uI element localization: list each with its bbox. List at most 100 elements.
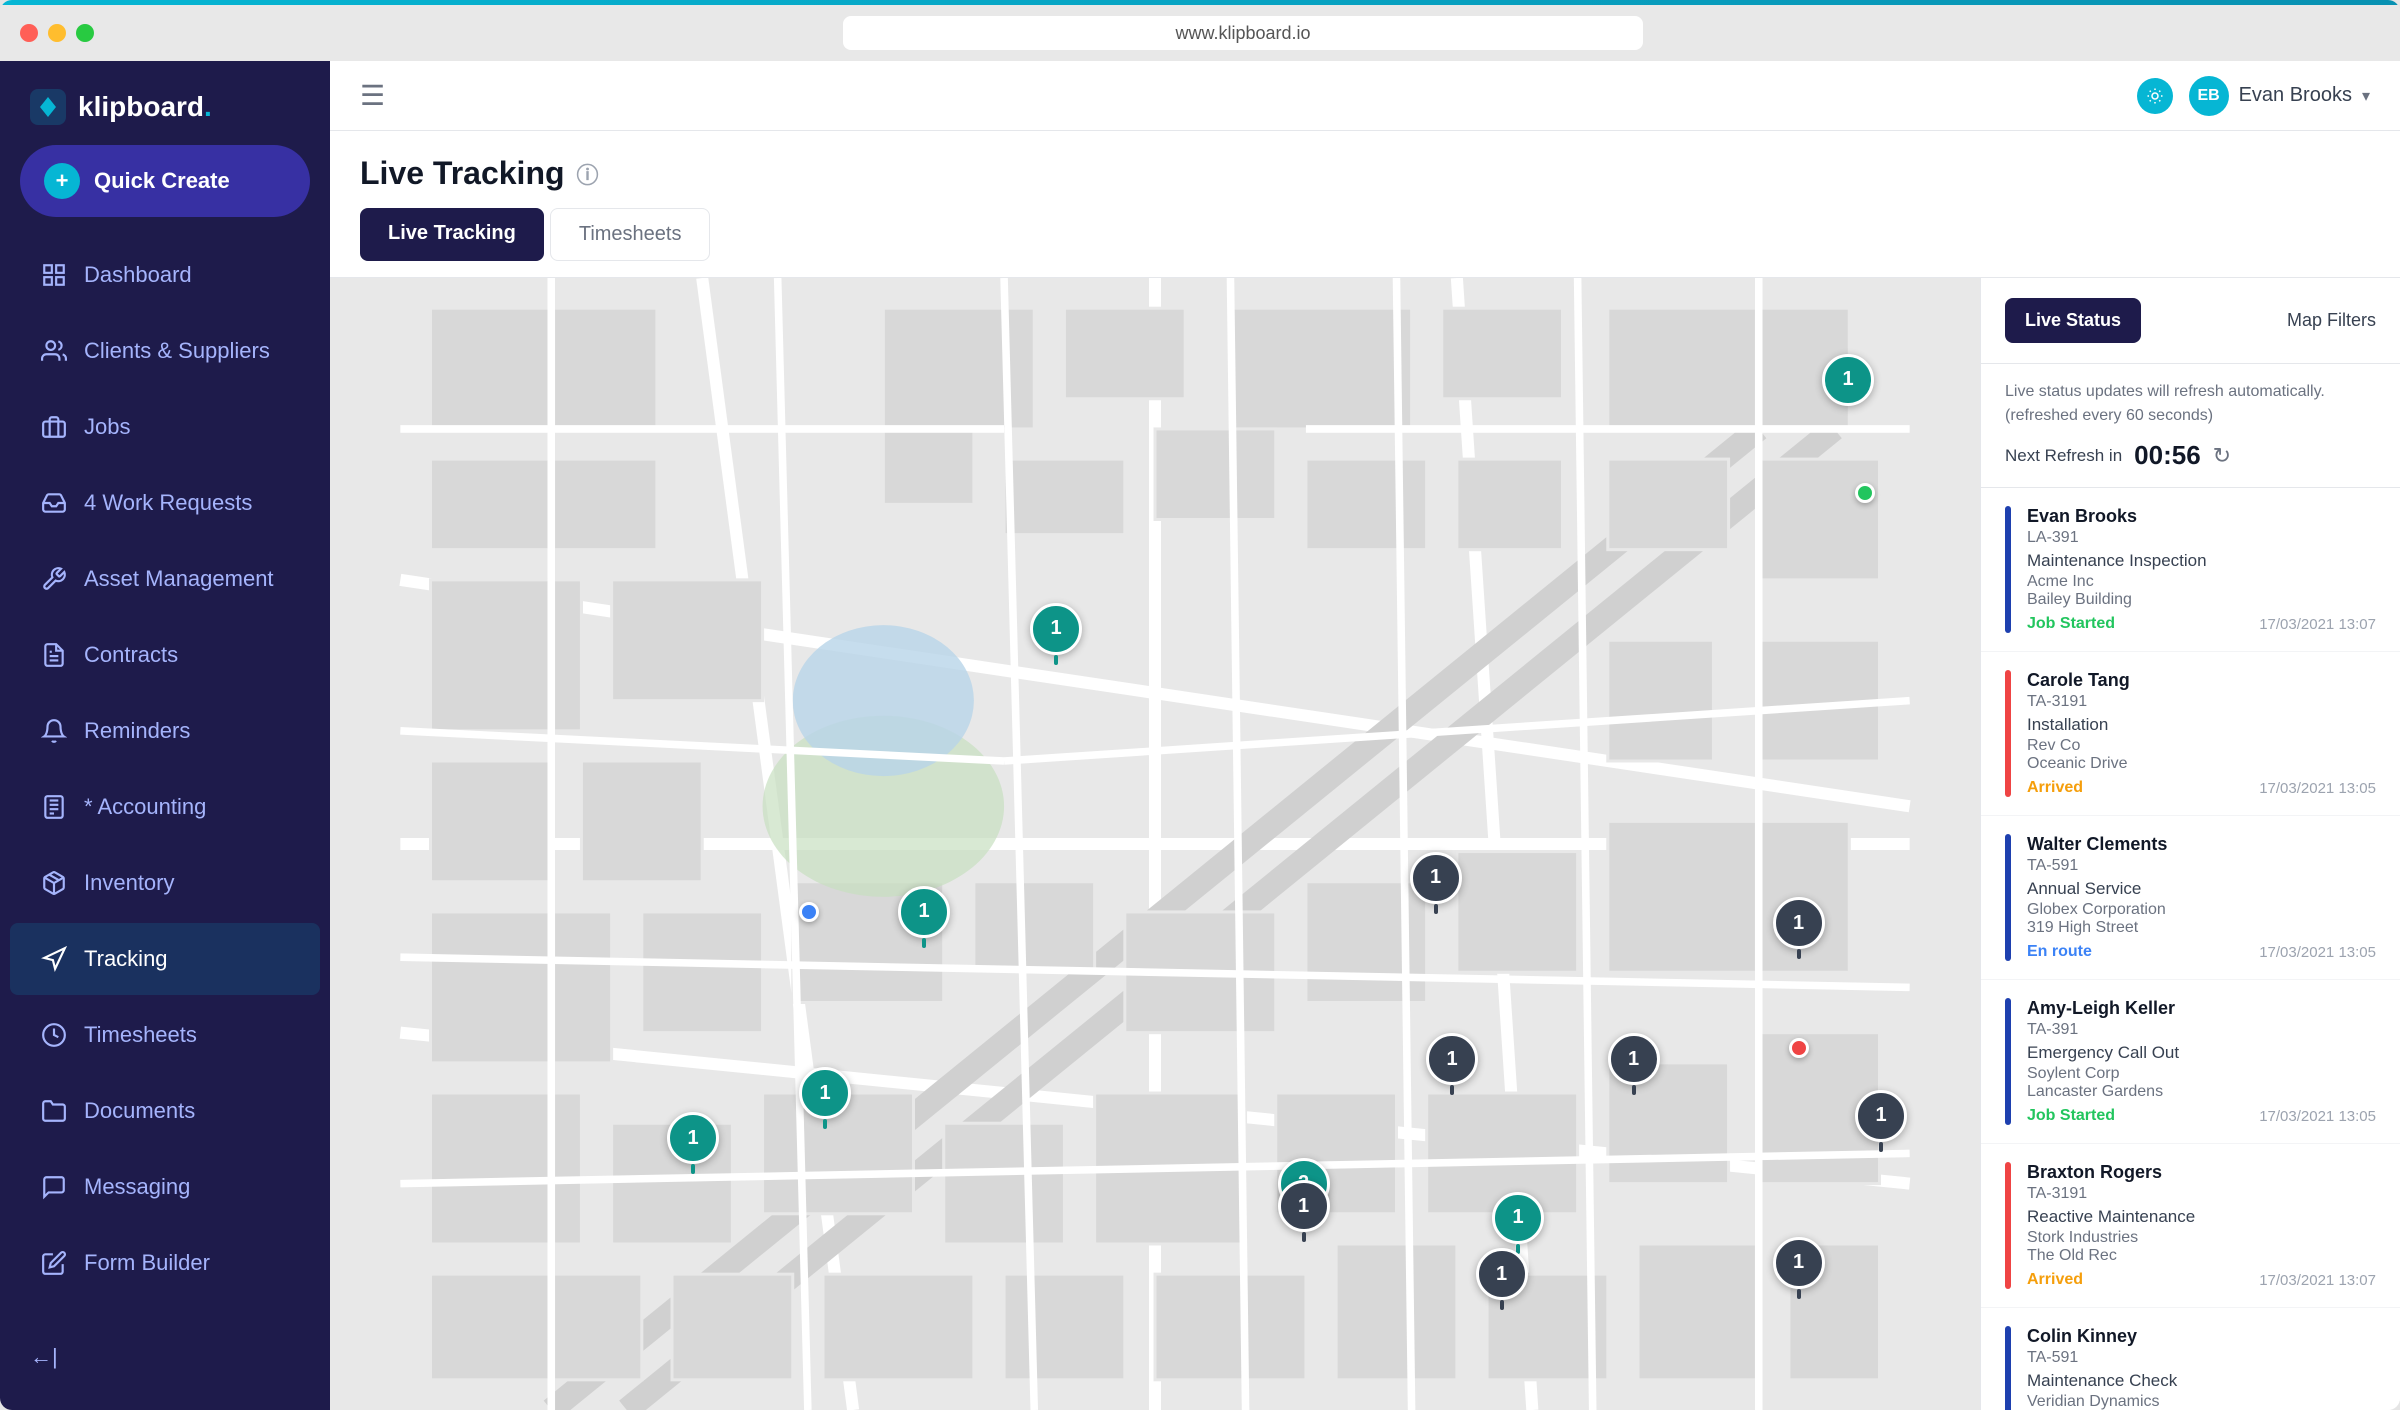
map-marker-dark-2[interactable]: 1 — [1426, 1033, 1478, 1085]
map-marker-green-dot — [1855, 483, 1875, 503]
tab-live-tracking[interactable]: Live Tracking — [360, 208, 544, 261]
sidebar-item-form-builder[interactable]: Form Builder — [10, 1227, 320, 1299]
wrench-icon — [40, 565, 68, 593]
notification-indicator[interactable] — [2137, 78, 2173, 114]
item-status: Job Started — [2027, 1107, 2115, 1125]
info-icon[interactable]: ⓘ — [577, 158, 599, 190]
sidebar-item-label: Asset Management — [84, 566, 274, 592]
item-datetime: 17/03/2021 13:05 — [2259, 1108, 2376, 1125]
tracking-item-1[interactable]: Carole Tang TA-3191 Installation Rev Co … — [1981, 652, 2400, 816]
tracking-item-3[interactable]: Amy-Leigh Keller TA-391 Emergency Call O… — [1981, 980, 2400, 1144]
title-bar: www.klipboard.io — [0, 5, 2400, 61]
sidebar-item-label: Clients & Suppliers — [84, 338, 270, 364]
sidebar-item-messaging[interactable]: Messaging — [10, 1151, 320, 1223]
sidebar-item-accounting[interactable]: * Accounting — [10, 771, 320, 843]
sidebar-item-inventory[interactable]: Inventory — [10, 847, 320, 919]
item-details: Braxton Rogers TA-3191 Reactive Maintena… — [2027, 1162, 2376, 1289]
map-marker-dark-7[interactable]: 1 — [1855, 1090, 1907, 1142]
page-title-text: Live Tracking — [360, 155, 565, 192]
sidebar-item-dashboard[interactable]: Dashboard — [10, 239, 320, 311]
item-id: TA-591 — [2027, 1349, 2376, 1367]
sidebar-item-label: Reminders — [84, 718, 190, 744]
sidebar-item-label: Dashboard — [84, 262, 192, 288]
map-marker-dark-8[interactable]: 1 — [1476, 1248, 1528, 1300]
tracking-item-2[interactable]: Walter Clements TA-591 Annual Service Gl… — [1981, 816, 2400, 980]
item-company: Stork Industries — [2027, 1229, 2376, 1247]
sidebar-item-reminders[interactable]: Reminders — [10, 695, 320, 767]
map-marker-dark-1[interactable]: 1 — [1410, 852, 1462, 904]
sidebar-item-label: Form Builder — [84, 1250, 210, 1276]
map-marker-dark-5[interactable]: 1 — [1773, 897, 1825, 949]
item-details: Evan Brooks LA-391 Maintenance Inspectio… — [2027, 506, 2376, 633]
briefcase-icon — [40, 413, 68, 441]
minimize-button[interactable] — [48, 24, 66, 42]
sidebar-item-documents[interactable]: Documents — [10, 1075, 320, 1147]
item-location: Oceanic Drive — [2027, 755, 2376, 773]
item-location: 319 High Street — [2027, 919, 2376, 937]
sidebar-item-timesheets[interactable]: Timesheets — [10, 999, 320, 1071]
map-marker-teal-3[interactable]: 1 — [799, 1067, 851, 1119]
map-area[interactable]: 1 1 1 1 2 1 — [330, 278, 1980, 1410]
live-status-button[interactable]: Live Status — [2005, 298, 2141, 343]
tab-timesheets[interactable]: Timesheets — [550, 208, 711, 261]
bell-icon — [40, 717, 68, 745]
item-status: Arrived — [2027, 779, 2083, 797]
right-panel-header: Live Status Map Filters — [1981, 278, 2400, 364]
hamburger-icon[interactable]: ☰ — [360, 79, 385, 112]
item-id: TA-3191 — [2027, 1185, 2376, 1203]
traffic-lights — [20, 24, 94, 42]
map-marker-teal-1[interactable]: 1 — [1030, 603, 1082, 655]
map-marker-dark-3[interactable]: 1 — [1608, 1033, 1660, 1085]
sidebar-item-work-requests[interactable]: 4 Work Requests — [10, 467, 320, 539]
map-filters-button[interactable]: Map Filters — [2287, 310, 2376, 331]
avatar: EB — [2189, 76, 2229, 116]
sidebar-item-label: Contracts — [84, 642, 178, 668]
sidebar: klipboard. + Quick Create Dashboard Clie… — [0, 61, 330, 1410]
map-marker-dark-4[interactable]: 1 — [1278, 1180, 1330, 1232]
map-marker-teal-4[interactable]: 1 — [667, 1112, 719, 1164]
quick-create-button[interactable]: + Quick Create — [20, 145, 310, 217]
tracking-item-0[interactable]: Evan Brooks LA-391 Maintenance Inspectio… — [1981, 488, 2400, 652]
item-job: Maintenance Check — [2027, 1371, 2376, 1391]
refresh-icon[interactable]: ↻ — [2213, 443, 2231, 469]
next-refresh-label: Next Refresh in — [2005, 446, 2122, 466]
tracking-item-5[interactable]: Colin Kinney TA-591 Maintenance Check Ve… — [1981, 1308, 2400, 1410]
map-marker-teal-6[interactable]: 1 — [1492, 1192, 1544, 1244]
url-bar[interactable]: www.klipboard.io — [843, 16, 1643, 50]
status-color-bar — [2005, 670, 2011, 797]
collapse-button[interactable]: ←| — [0, 1324, 330, 1390]
map-marker-teal-2[interactable]: 1 — [898, 886, 950, 938]
sidebar-item-clients[interactable]: Clients & Suppliers — [10, 315, 320, 387]
sidebar-item-label: * Accounting — [84, 794, 206, 820]
item-location: The Old Rec — [2027, 1247, 2376, 1265]
sidebar-item-contracts[interactable]: Contracts — [10, 619, 320, 691]
item-datetime: 17/03/2021 13:07 — [2259, 1272, 2376, 1289]
item-job: Reactive Maintenance — [2027, 1207, 2376, 1227]
maximize-button[interactable] — [76, 24, 94, 42]
item-status: Job Started — [2027, 615, 2115, 633]
user-menu[interactable]: EB Evan Brooks ▾ — [2189, 76, 2370, 116]
map-marker-dark-6[interactable]: 1 — [1773, 1237, 1825, 1289]
item-id: TA-3191 — [2027, 693, 2376, 711]
clock-icon — [40, 1021, 68, 1049]
item-name: Braxton Rogers — [2027, 1162, 2376, 1183]
folder-icon — [40, 1097, 68, 1125]
item-datetime: 17/03/2021 13:05 — [2259, 780, 2376, 797]
close-button[interactable] — [20, 24, 38, 42]
item-status: Arrived — [2027, 1271, 2083, 1289]
tracking-item-4[interactable]: Braxton Rogers TA-3191 Reactive Maintena… — [1981, 1144, 2400, 1308]
sidebar-item-asset-management[interactable]: Asset Management — [10, 543, 320, 615]
chevron-down-icon: ▾ — [2362, 86, 2370, 106]
item-name: Amy-Leigh Keller — [2027, 998, 2376, 1019]
sidebar-item-jobs[interactable]: Jobs — [10, 391, 320, 463]
item-job: Emergency Call Out — [2027, 1043, 2376, 1063]
item-details: Colin Kinney TA-591 Maintenance Check Ve… — [2027, 1326, 2376, 1410]
map-marker-blue-dot — [799, 902, 819, 922]
refresh-info: Live status updates will refresh automat… — [1981, 364, 2400, 488]
item-company: Rev Co — [2027, 737, 2376, 755]
sidebar-item-tracking[interactable]: Tracking — [10, 923, 320, 995]
item-id: TA-391 — [2027, 1021, 2376, 1039]
sidebar-item-label: Inventory — [84, 870, 175, 896]
sidebar-item-label: 4 Work Requests — [84, 490, 252, 516]
item-company: Soylent Corp — [2027, 1065, 2376, 1083]
